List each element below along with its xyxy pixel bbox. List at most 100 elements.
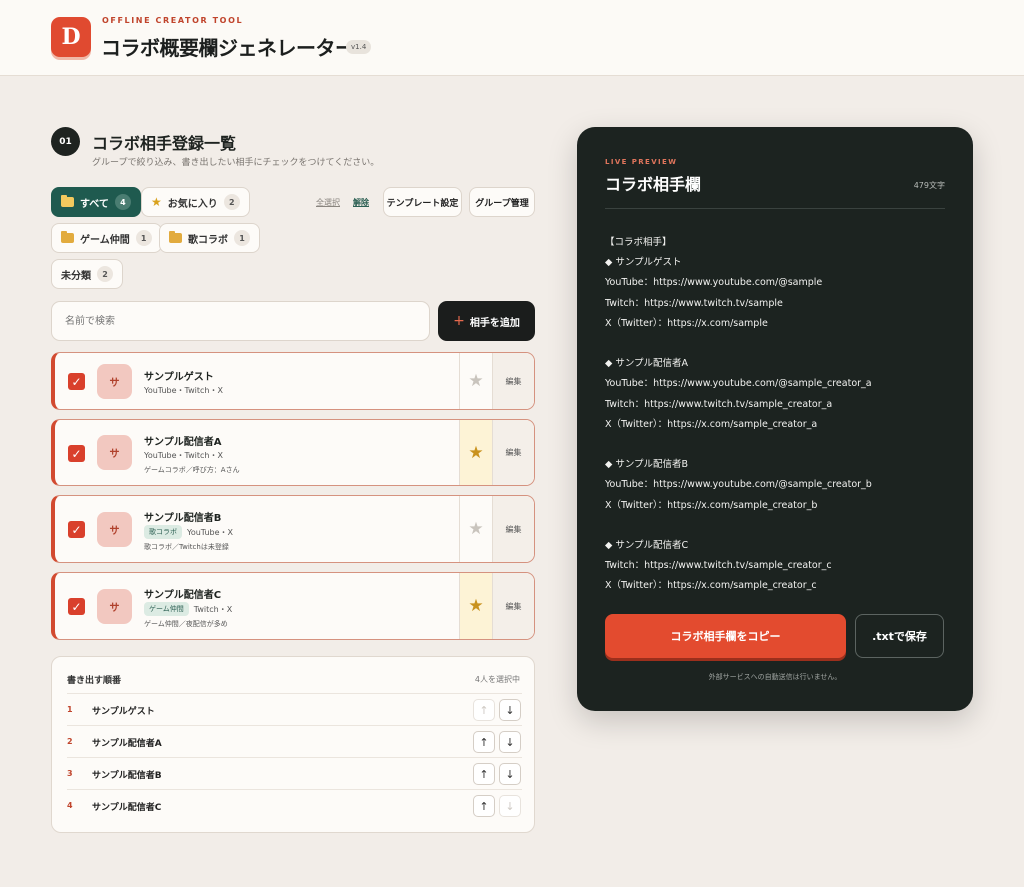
move-up-button[interactable]: ↑ xyxy=(473,763,495,785)
template-settings-button[interactable]: テンプレート設定 xyxy=(383,187,462,217)
order-name: サンプル配信者C xyxy=(92,803,162,813)
filter-count: 2 xyxy=(97,266,113,282)
order-name: サンプルゲスト xyxy=(92,707,155,717)
section-description: グループで絞り込み、書き出したい相手にチェックをつけてください。 xyxy=(92,158,380,168)
filter-label: 未分類 xyxy=(61,270,91,282)
filter-count: 1 xyxy=(135,230,152,246)
collaborator-note: ゲーム仲間／夜配信が多め xyxy=(144,620,228,628)
select-checkbox[interactable]: ✓ xyxy=(68,445,85,462)
platform-list: YouTube・Twitch・X xyxy=(144,386,223,395)
filter-label: 歌コラボ xyxy=(188,234,228,246)
avatar: サ xyxy=(97,435,132,470)
folder-icon xyxy=(61,195,74,207)
order-row: 4 サンプル配信者C ↑ ↓ xyxy=(67,789,522,821)
filter-count: 4 xyxy=(114,194,131,210)
avatar: サ xyxy=(97,512,132,547)
select-checkbox[interactable]: ✓ xyxy=(68,521,85,538)
app-logo: D xyxy=(51,17,91,57)
order-row: 2 サンプル配信者A ↑ ↓ xyxy=(67,725,522,757)
step-number: 01 xyxy=(51,127,80,156)
move-down-button[interactable]: ↓ xyxy=(499,731,521,753)
avatar: サ xyxy=(97,364,132,399)
collaborator-links: YouTube・Twitch・X xyxy=(144,450,223,461)
select-checkbox[interactable]: ✓ xyxy=(68,598,85,615)
platform-list: Twitch・X xyxy=(193,604,233,614)
filter-label: お気に入り xyxy=(167,198,218,210)
clear-selection-link[interactable]: 解除 xyxy=(353,197,369,208)
selected-count: 4人を選択中 xyxy=(474,675,520,684)
version-badge: v1.4 xyxy=(346,40,372,54)
live-preview-panel: LIVE PREVIEW コラボ相手欄 479文字 【コラボ相手】 ◆ サンプル… xyxy=(577,127,973,711)
favorite-toggle[interactable]: ★ xyxy=(459,353,492,409)
platform-list: YouTube・X xyxy=(187,527,234,537)
favorite-toggle[interactable]: ★ xyxy=(459,420,492,485)
collaborator-note: ゲームコラボ／呼び方：Aさん xyxy=(144,466,240,474)
edit-button[interactable]: 編集 xyxy=(492,496,534,562)
platform-list: YouTube・Twitch・X xyxy=(144,451,223,460)
preview-divider xyxy=(605,208,945,209)
collaborator-card[interactable]: ✓ サ サンプル配信者B 歌コラボ YouTube・X 歌コラボ／Twitchは… xyxy=(51,495,535,563)
copy-button[interactable]: コラボ相手欄をコピー xyxy=(605,614,846,658)
select-checkbox[interactable]: ✓ xyxy=(68,373,85,390)
move-down-button[interactable]: ↓ xyxy=(499,699,521,721)
collaborator-name: サンプル配信者A xyxy=(144,437,222,448)
add-collaborator-button[interactable]: + 相手を追加 xyxy=(438,301,535,341)
order-row: 3 サンプル配信者B ↑ ↓ xyxy=(67,757,522,789)
star-icon: ★ xyxy=(468,596,484,616)
move-down-button[interactable]: ↓ xyxy=(499,763,521,785)
edit-button[interactable]: 編集 xyxy=(492,573,534,639)
export-order-panel: 書き出す順番 4人を選択中 1 サンプルゲスト ↑ ↓ 2 サンプル配信者A ↑… xyxy=(51,656,535,833)
search-input[interactable] xyxy=(51,301,430,341)
filter-count: 1 xyxy=(234,230,250,246)
filter-chip-uncategorized[interactable]: 未分類 2 xyxy=(51,259,123,289)
preview-text: 【コラボ相手】 ◆ サンプルゲスト YouTube：https://www.yo… xyxy=(605,237,872,592)
section-title: コラボ相手登録一覧 xyxy=(92,134,237,153)
filter-chip-game-friends[interactable]: ゲーム仲間 1 xyxy=(51,223,162,253)
collaborator-name: サンプル配信者C xyxy=(144,590,222,601)
preview-note: 外部サービスへの自動送信は行いません。 xyxy=(708,673,842,681)
order-index: 4 xyxy=(67,801,73,810)
filter-label: すべて xyxy=(80,198,109,210)
folder-icon xyxy=(61,231,74,243)
move-up-button[interactable]: ↑ xyxy=(473,731,495,753)
order-name: サンプル配信者A xyxy=(92,739,162,749)
group-tag: 歌コラボ xyxy=(144,525,182,539)
app-kicker: OFFLINE CREATOR TOOL xyxy=(102,16,244,25)
star-icon: ★ xyxy=(468,442,484,463)
avatar: サ xyxy=(97,589,132,624)
filter-chip-favorites[interactable]: ★ お気に入り 2 xyxy=(141,187,250,217)
add-button-label: 相手を追加 xyxy=(469,317,520,329)
collaborator-note: 歌コラボ／Twitchは未登録 xyxy=(144,543,229,551)
favorite-toggle[interactable]: ★ xyxy=(459,573,492,639)
star-icon: ★ xyxy=(468,519,484,539)
filter-count: 2 xyxy=(223,194,240,210)
move-up-button[interactable]: ↑ xyxy=(473,699,495,721)
select-all-link[interactable]: 全選択 xyxy=(316,197,340,208)
star-icon: ★ xyxy=(468,371,484,391)
filter-chip-song-collab[interactable]: 歌コラボ 1 xyxy=(159,223,260,253)
collaborator-card[interactable]: ✓ サ サンプル配信者A YouTube・Twitch・X ゲームコラボ／呼び方… xyxy=(51,419,535,486)
collaborator-name: サンプルゲスト xyxy=(144,372,214,383)
folder-icon xyxy=(169,231,182,243)
collaborator-links: YouTube・Twitch・X xyxy=(144,385,223,396)
app-header: D OFFLINE CREATOR TOOL コラボ概要欄ジェネレーター v1.… xyxy=(0,0,1024,76)
save-txt-button[interactable]: .txtで保存 xyxy=(855,614,944,658)
filter-chip-all[interactable]: すべて 4 xyxy=(51,187,141,217)
star-icon: ★ xyxy=(151,195,162,209)
order-index: 2 xyxy=(67,737,73,746)
move-down-button[interactable]: ↓ xyxy=(499,795,521,817)
collaborator-name: サンプル配信者B xyxy=(144,513,222,524)
favorite-toggle[interactable]: ★ xyxy=(459,496,492,562)
group-tag: ゲーム仲間 xyxy=(144,602,189,616)
collaborator-links: 歌コラボ YouTube・X xyxy=(144,525,233,539)
order-index: 1 xyxy=(67,705,73,714)
app-title: コラボ概要欄ジェネレーター xyxy=(101,36,355,60)
collaborator-card[interactable]: ✓ サ サンプルゲスト YouTube・Twitch・X ★ 編集 xyxy=(51,352,535,410)
collaborator-card[interactable]: ✓ サ サンプル配信者C ゲーム仲間 Twitch・X ゲーム仲間／夜配信が多め… xyxy=(51,572,535,640)
edit-button[interactable]: 編集 xyxy=(492,420,534,485)
edit-button[interactable]: 編集 xyxy=(492,353,534,409)
group-manage-button[interactable]: グループ管理 xyxy=(469,187,535,217)
character-count: 479文字 xyxy=(913,181,945,190)
move-up-button[interactable]: ↑ xyxy=(473,795,495,817)
order-row: 1 サンプルゲスト ↑ ↓ xyxy=(67,693,522,725)
